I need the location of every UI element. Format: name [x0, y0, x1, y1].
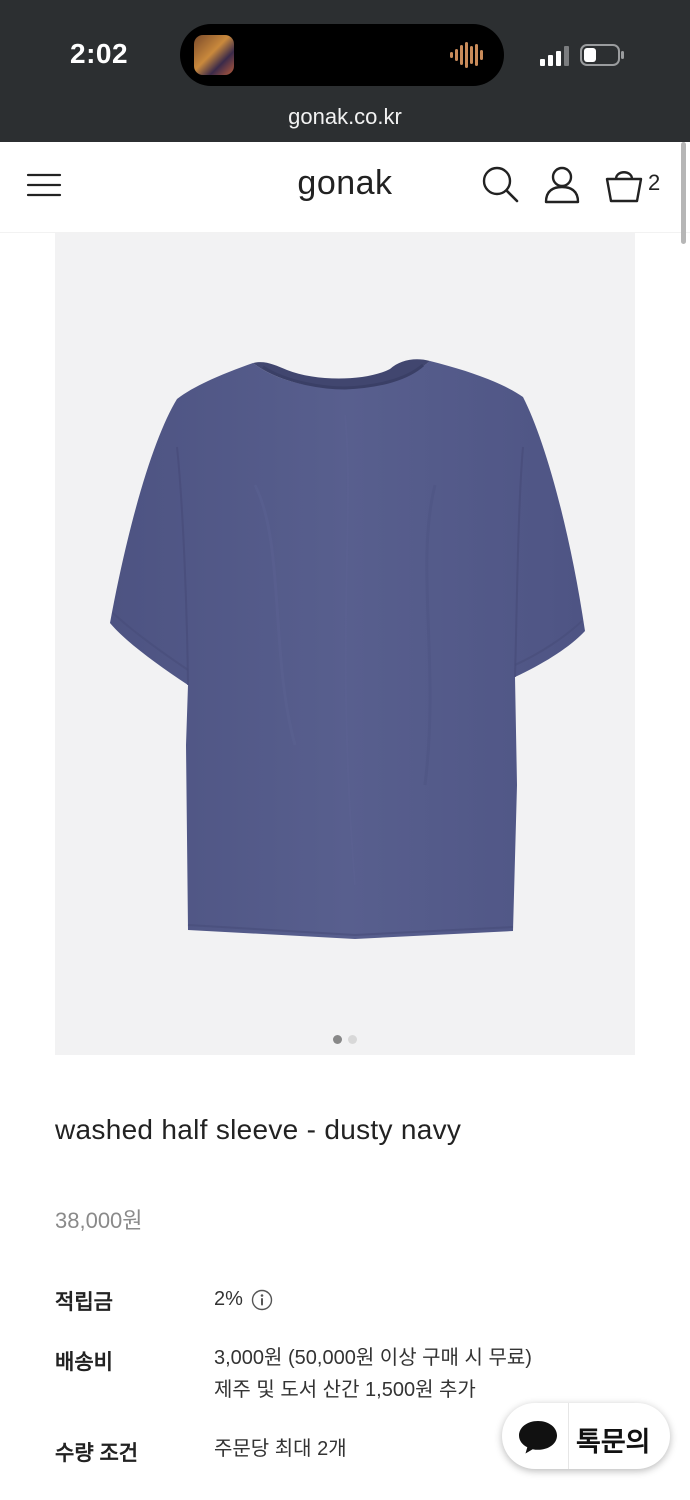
- search-icon[interactable]: [480, 164, 520, 204]
- status-time: 2:02: [70, 38, 129, 69]
- cart-icon[interactable]: [604, 164, 644, 204]
- status-bar: 2:02 gonak.co.kr: [0, 0, 690, 142]
- quantity-condition-value: 주문당 최대 2개: [214, 1438, 347, 1460]
- points-value: 2%: [214, 1288, 243, 1310]
- chat-bubble-icon: [514, 1412, 562, 1460]
- carousel-pagination: [55, 1031, 635, 1049]
- product-image-carousel[interactable]: [55, 185, 635, 1055]
- talk-inquiry-button[interactable]: 톡문의: [502, 1403, 670, 1469]
- site-header: gonak 2: [0, 142, 690, 233]
- cart-count-badge[interactable]: 2: [648, 170, 660, 196]
- shipping-value: 3,000원 (50,000원 이상 구매 시 무료) 제주 및 도서 산간 1…: [214, 1342, 532, 1406]
- points-value-row: 2%: [214, 1283, 273, 1315]
- talk-inquiry-label: 톡문의: [576, 1427, 651, 1457]
- carousel-dot-1[interactable]: [333, 1035, 342, 1044]
- shipping-extra-text: 제주 및 도서 산간 1,500원 추가: [214, 1379, 476, 1401]
- cellular-signal-icon: [540, 46, 569, 66]
- chat-divider: [568, 1403, 569, 1469]
- battery-icon: [580, 44, 624, 66]
- account-icon[interactable]: [542, 164, 582, 204]
- product-photo-tshirt: [110, 359, 585, 939]
- address-bar-url[interactable]: gonak.co.kr: [0, 104, 690, 130]
- dynamic-island[interactable]: [180, 24, 504, 86]
- points-label: 적립금: [55, 1291, 113, 1314]
- product-title: washed half sleeve - dusty navy: [55, 1114, 462, 1145]
- product-price: 38,000원: [55, 1208, 143, 1233]
- now-playing-artwork: [194, 35, 234, 75]
- quantity-condition-label: 수량 조건: [55, 1442, 139, 1465]
- audio-waveform-icon: [450, 42, 483, 68]
- scrollbar-thumb[interactable]: [681, 142, 686, 244]
- shipping-fee-text: 3,000원 (50,000원 이상 구매 시 무료): [214, 1347, 532, 1369]
- shipping-label: 배송비: [55, 1351, 113, 1374]
- carousel-dot-2[interactable]: [348, 1035, 357, 1044]
- info-icon[interactable]: [251, 1289, 273, 1311]
- site-logo[interactable]: gonak: [0, 164, 690, 203]
